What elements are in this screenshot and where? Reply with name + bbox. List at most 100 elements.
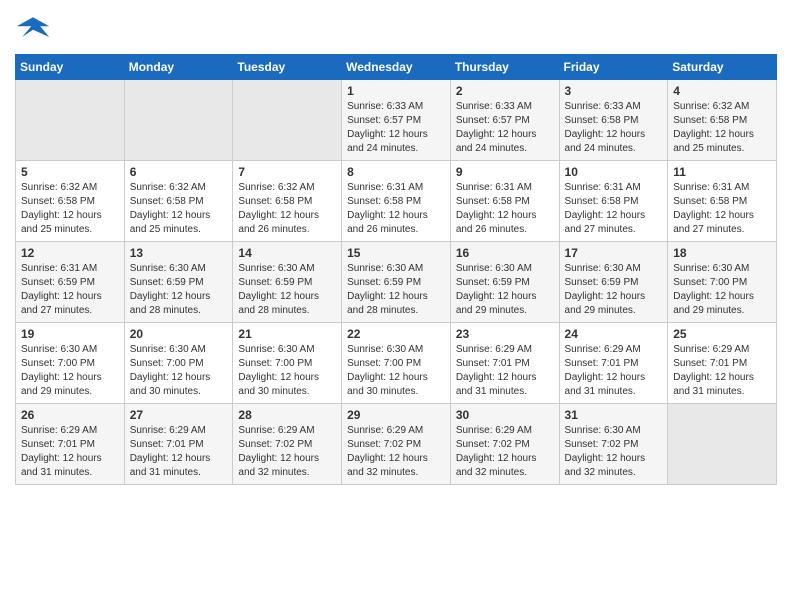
day-info: Sunrise: 6:30 AMSunset: 7:00 PMDaylight:…: [238, 343, 336, 399]
day-info: Sunrise: 6:29 AMSunset: 7:01 PMDaylight:…: [456, 343, 554, 399]
calendar-cell: 30Sunrise: 6:29 AMSunset: 7:02 PMDayligh…: [450, 404, 559, 485]
day-info: Sunrise: 6:29 AMSunset: 7:01 PMDaylight:…: [565, 343, 663, 399]
calendar-cell: 31 Sunrise: 6:30 AMSunset: 7:02 PMDayligh…: [559, 404, 668, 485]
calendar-cell: 15 Sunrise: 6:30 AMSunset: 6:59 PMDayligh…: [342, 242, 451, 323]
calendar-cell: 26 Sunrise: 6:29 AMSunset: 7:01 PMDayligh…: [16, 404, 125, 485]
day-number: 18: [673, 246, 771, 260]
calendar-cell: 2 Sunrise: 6:33 AMSunset: 6:57 PMDaylight…: [450, 80, 559, 161]
calendar-cell: [16, 80, 125, 161]
day-info: Sunrise: 6:33 AMSunset: 6:57 PMDaylight:…: [456, 100, 554, 156]
day-info: Sunrise: 6:30 AMSunset: 6:59 PMDaylight:…: [130, 262, 228, 318]
calendar-cell: 22 Sunrise: 6:30 AMSunset: 7:00 PMDayligh…: [342, 323, 451, 404]
day-info: Sunrise: 6:32 AMSunset: 6:58 PMDaylight:…: [21, 181, 119, 237]
day-info: Sunrise: 6:30 AMSunset: 6:59 PMDaylight:…: [347, 262, 445, 318]
day-number: 27: [130, 408, 228, 422]
day-info: Sunrise: 6:29 AMSunset: 7:01 PMDaylight:…: [21, 424, 119, 480]
day-number: 5: [21, 165, 119, 179]
day-info: Sunrise: 6:31 AMSunset: 6:58 PMDaylight:…: [673, 181, 771, 237]
day-number: 16: [456, 246, 554, 260]
day-number: 29: [347, 408, 445, 422]
header-cell-tuesday: Tuesday: [233, 55, 342, 80]
day-number: 7: [238, 165, 336, 179]
calendar-cell: 28Sunrise: 6:29 AMSunset: 7:02 PMDayligh…: [233, 404, 342, 485]
calendar-cell: 23 Sunrise: 6:29 AMSunset: 7:01 PMDayligh…: [450, 323, 559, 404]
calendar-cell: 1Sunrise: 6:33 AMSunset: 6:57 PMDaylight…: [342, 80, 451, 161]
day-info: Sunrise: 6:31 AMSunset: 6:58 PMDaylight:…: [565, 181, 663, 237]
day-info: Sunrise: 6:29 AMSunset: 7:01 PMDaylight:…: [673, 343, 771, 399]
day-number: 26: [21, 408, 119, 422]
calendar-cell: 29 Sunrise: 6:29 AMSunset: 7:02 PMDayligh…: [342, 404, 451, 485]
day-number: 15: [347, 246, 445, 260]
calendar-cell: 13 Sunrise: 6:30 AMSunset: 6:59 PMDayligh…: [124, 242, 233, 323]
calendar-cell: 14Sunrise: 6:30 AMSunset: 6:59 PMDayligh…: [233, 242, 342, 323]
calendar-cell: [668, 404, 777, 485]
calendar-cell: [233, 80, 342, 161]
calendar-cell: 27 Sunrise: 6:29 AMSunset: 7:01 PMDayligh…: [124, 404, 233, 485]
calendar-cell: 24 Sunrise: 6:29 AMSunset: 7:01 PMDayligh…: [559, 323, 668, 404]
day-number: 21: [238, 327, 336, 341]
day-number: 31: [565, 408, 663, 422]
day-info: Sunrise: 6:31 AMSunset: 6:58 PMDaylight:…: [347, 181, 445, 237]
header-cell-saturday: Saturday: [668, 55, 777, 80]
day-number: 3: [565, 84, 663, 98]
day-number: 24: [565, 327, 663, 341]
day-number: 6: [130, 165, 228, 179]
day-number: 2: [456, 84, 554, 98]
day-info: Sunrise: 6:31 AMSunset: 6:59 PMDaylight:…: [21, 262, 119, 318]
day-number: 8: [347, 165, 445, 179]
day-number: 19: [21, 327, 119, 341]
day-number: 22: [347, 327, 445, 341]
calendar-cell: 6 Sunrise: 6:32 AMSunset: 6:58 PMDaylight…: [124, 161, 233, 242]
header-cell-friday: Friday: [559, 55, 668, 80]
calendar-cell: 5 Sunrise: 6:32 AMSunset: 6:58 PMDaylight…: [16, 161, 125, 242]
week-row-2: 5 Sunrise: 6:32 AMSunset: 6:58 PMDaylight…: [16, 161, 777, 242]
calendar-cell: 21 Sunrise: 6:30 AMSunset: 7:00 PMDayligh…: [233, 323, 342, 404]
header-cell-wednesday: Wednesday: [342, 55, 451, 80]
day-info: Sunrise: 6:30 AMSunset: 7:00 PMDaylight:…: [347, 343, 445, 399]
day-number: 9: [456, 165, 554, 179]
calendar-cell: 9 Sunrise: 6:31 AMSunset: 6:58 PMDaylight…: [450, 161, 559, 242]
day-info: Sunrise: 6:30 AMSunset: 6:59 PMDaylight:…: [238, 262, 336, 318]
day-info: Sunrise: 6:31 AMSunset: 6:58 PMDaylight:…: [456, 181, 554, 237]
week-row-4: 19 Sunrise: 6:30 AMSunset: 7:00 PMDayligh…: [16, 323, 777, 404]
day-info: Sunrise: 6:33 AMSunset: 6:57 PMDaylight:…: [347, 100, 445, 156]
day-number: 30: [456, 408, 554, 422]
day-number: 4: [673, 84, 771, 98]
calendar-cell: 12 Sunrise: 6:31 AMSunset: 6:59 PMDayligh…: [16, 242, 125, 323]
day-number: 17: [565, 246, 663, 260]
calendar-cell: [124, 80, 233, 161]
day-info: Sunrise: 6:30 AMSunset: 6:59 PMDaylight:…: [456, 262, 554, 318]
day-number: 20: [130, 327, 228, 341]
page: SundayMondayTuesdayWednesdayThursdayFrid…: [0, 0, 792, 500]
day-info: Sunrise: 6:32 AMSunset: 6:58 PMDaylight:…: [673, 100, 771, 156]
calendar-cell: 4 Sunrise: 6:32 AMSunset: 6:58 PMDaylight…: [668, 80, 777, 161]
logo: [15, 10, 55, 46]
day-number: 10: [565, 165, 663, 179]
day-info: Sunrise: 6:32 AMSunset: 6:58 PMDaylight:…: [130, 181, 228, 237]
day-number: 13: [130, 246, 228, 260]
calendar-cell: 8 Sunrise: 6:31 AMSunset: 6:58 PMDaylight…: [342, 161, 451, 242]
day-number: 12: [21, 246, 119, 260]
day-number: 28: [238, 408, 336, 422]
header: [15, 10, 777, 46]
day-number: 25: [673, 327, 771, 341]
calendar-cell: 7 Sunrise: 6:32 AMSunset: 6:58 PMDaylight…: [233, 161, 342, 242]
logo-icon: [15, 10, 51, 46]
day-info: Sunrise: 6:32 AMSunset: 6:58 PMDaylight:…: [238, 181, 336, 237]
week-row-5: 26 Sunrise: 6:29 AMSunset: 7:01 PMDayligh…: [16, 404, 777, 485]
calendar-cell: 19 Sunrise: 6:30 AMSunset: 7:00 PMDayligh…: [16, 323, 125, 404]
calendar-cell: 3 Sunrise: 6:33 AMSunset: 6:58 PMDaylight…: [559, 80, 668, 161]
week-row-1: 1Sunrise: 6:33 AMSunset: 6:57 PMDaylight…: [16, 80, 777, 161]
calendar-cell: 10 Sunrise: 6:31 AMSunset: 6:58 PMDayligh…: [559, 161, 668, 242]
day-info: Sunrise: 6:30 AMSunset: 7:00 PMDaylight:…: [21, 343, 119, 399]
day-info: Sunrise: 6:33 AMSunset: 6:58 PMDaylight:…: [565, 100, 663, 156]
day-info: Sunrise: 6:29 AMSunset: 7:01 PMDaylight:…: [130, 424, 228, 480]
header-cell-thursday: Thursday: [450, 55, 559, 80]
calendar-cell: 17Sunrise: 6:30 AMSunset: 6:59 PMDayligh…: [559, 242, 668, 323]
day-info: Sunrise: 6:30 AMSunset: 7:02 PMDaylight:…: [565, 424, 663, 480]
header-cell-monday: Monday: [124, 55, 233, 80]
day-info: Sunrise: 6:30 AMSunset: 7:00 PMDaylight:…: [130, 343, 228, 399]
day-number: 23: [456, 327, 554, 341]
day-info: Sunrise: 6:30 AMSunset: 7:00 PMDaylight:…: [673, 262, 771, 318]
day-info: Sunrise: 6:29 AMSunset: 7:02 PMDaylight:…: [347, 424, 445, 480]
